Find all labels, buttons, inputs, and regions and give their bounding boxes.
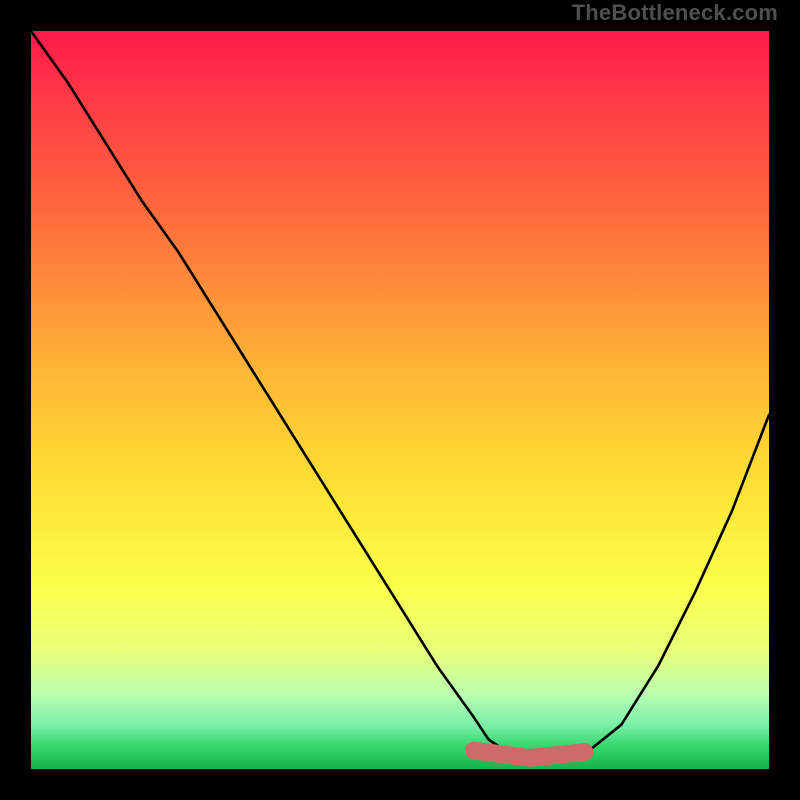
attribution-text: TheBottleneck.com <box>572 0 778 26</box>
curve-overlay <box>31 31 769 769</box>
gradient-plot-area <box>31 31 769 769</box>
tolerance-endpoint-dot <box>577 743 592 758</box>
outer-frame <box>17 17 783 783</box>
bottleneck-curve <box>31 31 769 762</box>
tolerance-band <box>474 751 585 758</box>
